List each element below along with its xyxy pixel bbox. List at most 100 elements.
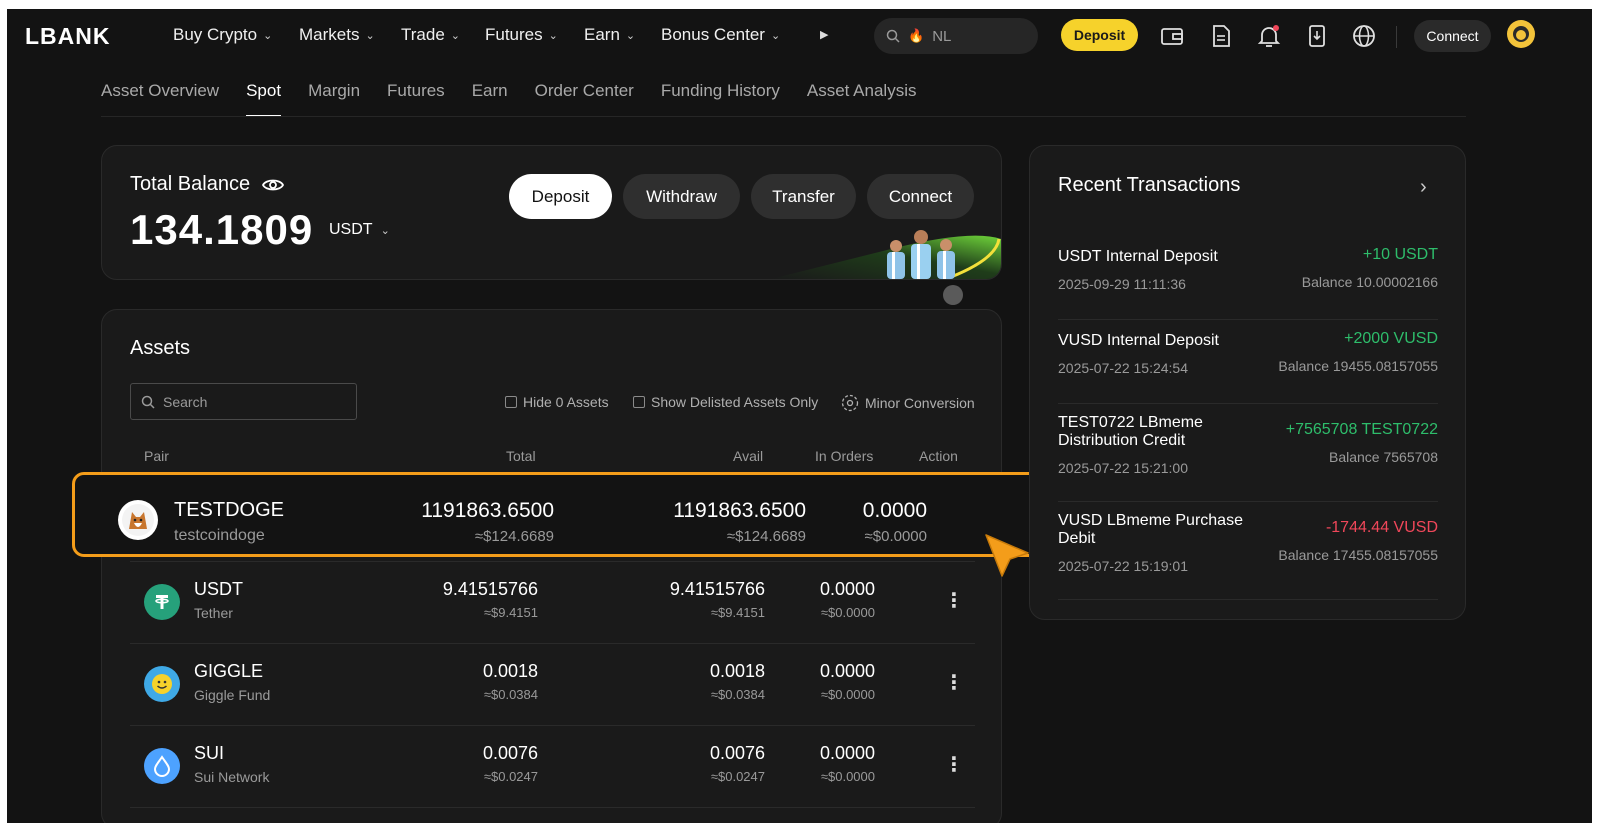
eye-icon[interactable] — [262, 177, 285, 193]
kebab-menu-icon[interactable]: ⋮ — [944, 588, 964, 613]
assets-card: Assets Search Hide 0 Assets Show Deliste… — [101, 309, 1002, 823]
filter-label: Show Delisted Assets Only — [651, 394, 819, 410]
nav-bonus-center[interactable]: Bonus Center ⌄ — [661, 25, 780, 45]
orders-amount: 0.0000 — [862, 499, 927, 522]
withdraw-button[interactable]: Withdraw — [623, 174, 740, 219]
balance-unit-label: USDT — [329, 221, 373, 238]
coin-symbol: TESTDOGE — [174, 499, 285, 521]
total-balance-text: Total Balance — [130, 173, 251, 195]
total-amount: 0.0076 — [482, 743, 538, 763]
nav-label: Trade — [401, 25, 445, 44]
transaction-balance: Balance 10.00002166 — [1301, 274, 1438, 290]
app-window: LBANK Buy Crypto ⌄ Markets ⌄ Trade ⌄ Future… — [7, 9, 1592, 823]
column-header-avail: Avail — [733, 448, 764, 464]
nav-more-arrow-icon[interactable]: ▶ — [820, 28, 828, 41]
column-header-total: Total — [506, 448, 536, 464]
orders-amount: 0.0000 — [819, 743, 875, 763]
bell-icon[interactable] — [1256, 23, 1282, 49]
coin-name: Sui Network — [194, 769, 270, 785]
avail-usd: ≈$0.0384 — [710, 687, 765, 702]
total-balance-label: Total Balance — [130, 173, 285, 196]
transfer-button[interactable]: Transfer — [751, 174, 856, 219]
kebab-menu-icon[interactable]: ⋮ — [944, 670, 964, 695]
global-search-input[interactable]: 🔥 NL — [874, 18, 1038, 54]
user-avatar[interactable] — [1507, 20, 1535, 48]
transaction-date: 2025-07-22 15:21:00 — [1058, 460, 1188, 476]
conversion-icon — [841, 394, 859, 412]
total-usd: ≈$124.6689 — [474, 528, 554, 545]
coin-symbol: USDT — [194, 579, 243, 599]
orders-amount: 0.0000 — [819, 661, 875, 681]
table-row[interactable]: USDT Tether 9.41515766 ≈$9.4151 9.415157… — [130, 562, 975, 644]
asset-search-input[interactable]: Search — [130, 383, 357, 420]
transaction-item[interactable]: TEST0722 LBmeme Distribution Credit 2025… — [1058, 404, 1438, 502]
coin-name: Tether — [194, 605, 233, 621]
tab-funding-history[interactable]: Funding History — [661, 79, 780, 119]
header-deposit-button[interactable]: Deposit — [1061, 19, 1138, 51]
filter-label: Minor Conversion — [865, 395, 975, 411]
nav-markets[interactable]: Markets ⌄ — [299, 25, 375, 45]
avail-usd: ≈$9.4151 — [710, 605, 765, 620]
hide-zero-assets-checkbox[interactable]: Hide 0 Assets — [505, 394, 609, 410]
sui-coin-icon — [144, 748, 180, 784]
table-row[interactable]: GIGGLE Giggle Fund 0.0018 ≈$0.0384 0.001… — [130, 644, 975, 726]
transaction-item[interactable]: USDT Internal Deposit 2025-09-29 11:11:3… — [1058, 236, 1438, 320]
search-icon — [141, 395, 155, 409]
transaction-name: USDT Internal Deposit — [1058, 248, 1218, 265]
testdoge-coin-icon — [118, 500, 158, 540]
total-usd: ≈$9.4151 — [483, 605, 538, 620]
table-row[interactable]: SUI Sui Network 0.0076 ≈$0.0247 0.0076 ≈… — [130, 726, 975, 808]
transaction-amount: -1744.44 VUSD — [1325, 519, 1438, 536]
tab-asset-analysis[interactable]: Asset Analysis — [807, 79, 917, 119]
connect-button[interactable]: Connect — [867, 174, 974, 219]
highlighted-table-row[interactable]: TESTDOGE testcoindoge 1191863.6500 ≈$124… — [72, 472, 1041, 557]
recent-transactions-title: Recent Transactions — [1058, 174, 1241, 196]
tab-margin[interactable]: Margin — [308, 79, 360, 119]
lbank-logo[interactable]: LBANK — [25, 23, 111, 50]
download-icon[interactable] — [1304, 23, 1330, 49]
transaction-name: VUSD LBmeme Purchase Debit — [1058, 512, 1243, 547]
chevron-down-icon: ⌄ — [548, 29, 558, 42]
header-connect-button[interactable]: Connect — [1414, 20, 1491, 52]
nav-buy-crypto[interactable]: Buy Crypto ⌄ — [173, 25, 272, 45]
coin-symbol: SUI — [194, 743, 225, 763]
transaction-amount: +10 USDT — [1362, 246, 1438, 263]
total-balance-card: Total Balance 134.1809 USDT ⌄ Deposit Wi… — [101, 145, 1002, 280]
tab-spot[interactable]: Spot — [246, 79, 281, 119]
minor-conversion-button[interactable]: Minor Conversion — [841, 394, 975, 412]
transaction-date: 2025-09-29 11:11:36 — [1058, 276, 1186, 292]
globe-icon[interactable] — [1351, 23, 1377, 49]
column-header-action: Action — [919, 448, 958, 464]
transaction-name: VUSD Internal Deposit — [1058, 332, 1219, 349]
chevron-right-icon[interactable]: › — [1420, 176, 1427, 199]
tab-order-center[interactable]: Order Center — [535, 79, 634, 119]
filter-label: Hide 0 Assets — [523, 394, 609, 410]
subtabs-divider — [101, 116, 1466, 117]
orders-usd: ≈$0.0000 — [820, 687, 875, 702]
nav-earn[interactable]: Earn ⌄ — [584, 25, 635, 45]
promo-banner[interactable] — [771, 219, 1001, 279]
tab-asset-overview[interactable]: Asset Overview — [101, 79, 219, 119]
tab-futures[interactable]: Futures — [387, 79, 445, 119]
nav-trade[interactable]: Trade ⌄ — [401, 25, 460, 45]
nav-label: Bonus Center — [661, 25, 765, 44]
chevron-down-icon: ⌄ — [625, 29, 636, 42]
orders-usd: ≈$0.0000 — [820, 605, 875, 620]
total-balance-value: 134.1809 — [130, 206, 314, 253]
column-header-pair: Pair — [144, 448, 169, 464]
deposit-button[interactable]: Deposit — [509, 174, 612, 219]
checkbox-box — [633, 396, 645, 408]
transaction-amount: +2000 VUSD — [1344, 330, 1438, 347]
show-delisted-checkbox[interactable]: Show Delisted Assets Only — [633, 394, 818, 410]
transaction-item[interactable]: VUSD LBmeme Purchase Debit 2025-07-22 15… — [1058, 502, 1438, 600]
transaction-item[interactable]: VUSD Internal Deposit 2025-07-22 15:24:5… — [1058, 320, 1438, 404]
balance-unit-select[interactable]: USDT ⌄ — [329, 221, 390, 239]
kebab-menu-icon[interactable]: ⋮ — [944, 752, 964, 777]
transaction-date: 2025-07-22 15:19:01 — [1058, 558, 1188, 574]
nav-label: Futures — [485, 25, 543, 44]
document-icon[interactable] — [1208, 23, 1234, 49]
wallet-icon[interactable] — [1159, 23, 1185, 49]
nav-futures[interactable]: Futures ⌄ — [485, 25, 558, 45]
tab-earn[interactable]: Earn — [472, 79, 508, 119]
carousel-indicator[interactable] — [943, 285, 963, 305]
